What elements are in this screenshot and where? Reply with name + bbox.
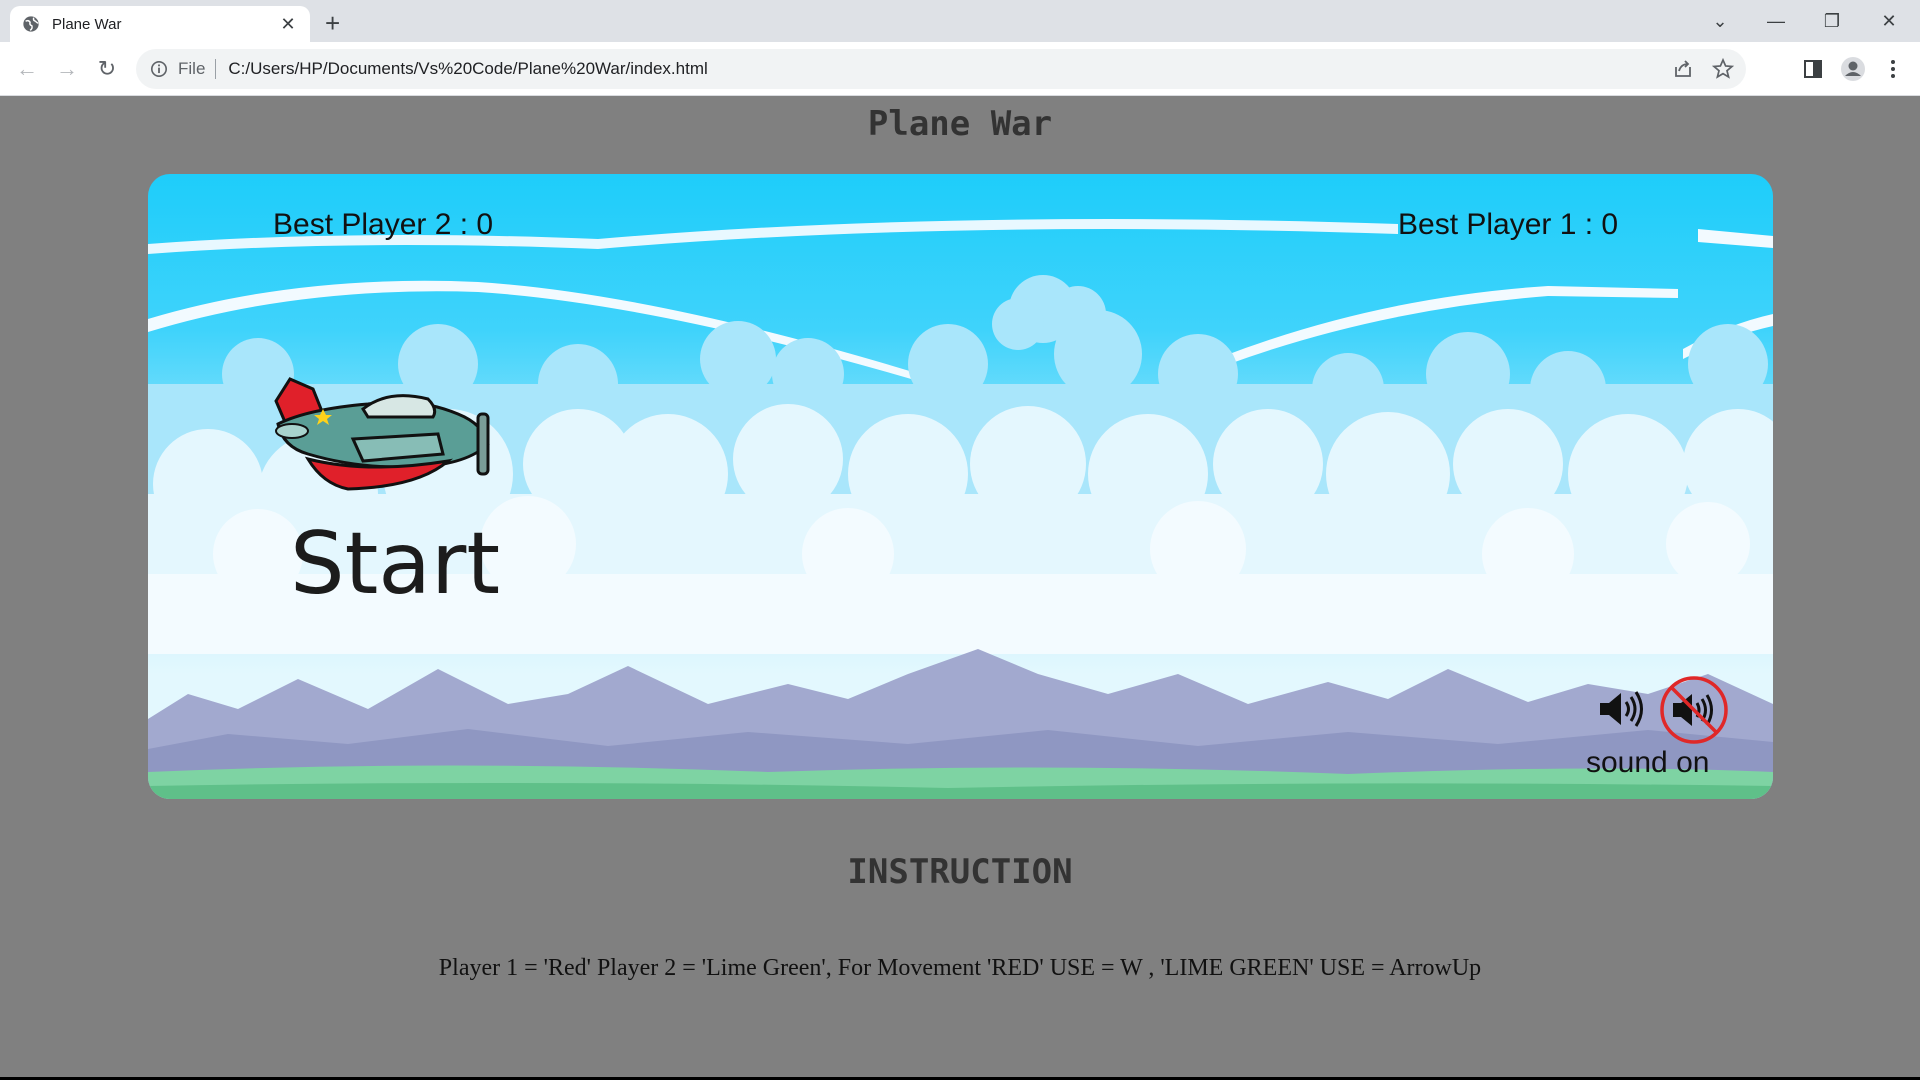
best-player-1-score: Best Player 1 : 0 bbox=[1398, 208, 1619, 241]
profile-avatar-icon[interactable] bbox=[1838, 54, 1868, 84]
sound-status-label: sound on bbox=[1586, 746, 1710, 779]
tab-title: Plane War bbox=[52, 15, 122, 33]
back-arrow-icon[interactable]: ← bbox=[10, 52, 44, 86]
star-icon[interactable] bbox=[1712, 58, 1734, 80]
reload-icon[interactable]: ↻ bbox=[90, 52, 124, 86]
globe-icon bbox=[23, 16, 39, 32]
start-button[interactable]: Start bbox=[290, 514, 500, 614]
kebab-menu-icon[interactable] bbox=[1878, 54, 1908, 84]
speaker-on-icon[interactable] bbox=[1594, 684, 1644, 734]
info-icon[interactable] bbox=[150, 60, 168, 78]
page-title: Plane War bbox=[867, 104, 1053, 144]
address-bar[interactable]: File C:/Users/HP/Documents/Vs%20Code/Pla… bbox=[136, 49, 1746, 89]
instruction-heading: INSTRUCTION bbox=[847, 852, 1073, 892]
address-bar-actions bbox=[1672, 49, 1734, 89]
best-player-2-score: Best Player 2 : 0 bbox=[273, 208, 494, 241]
share-icon[interactable] bbox=[1672, 58, 1694, 80]
game-canvas[interactable]: Best Player 2 : 0 Best Player 1 : 0 Star… bbox=[148, 174, 1773, 799]
forward-arrow-icon[interactable]: → bbox=[50, 52, 84, 86]
browser-tab[interactable]: Plane War ✕ bbox=[10, 6, 310, 42]
speaker-muted-icon[interactable] bbox=[1659, 675, 1729, 745]
url-text[interactable]: C:/Users/HP/Documents/Vs%20Code/Plane%20… bbox=[228, 59, 707, 79]
chevron-down-icon[interactable]: ⌄ bbox=[1697, 6, 1743, 36]
browser-toolbar: ← → ↻ File C:/Users/HP/Documents/Vs%20Co… bbox=[0, 42, 1920, 96]
side-panel-icon[interactable] bbox=[1798, 54, 1828, 84]
minimize-icon[interactable]: — bbox=[1753, 6, 1799, 36]
player-plane bbox=[274, 377, 490, 491]
tab-strip: Plane War ✕ + ⌄ — ❐ ✕ bbox=[0, 0, 1920, 42]
scheme-label: File bbox=[178, 59, 217, 79]
instruction-text: Player 1 = 'Red' Player 2 = 'Lime Green'… bbox=[438, 955, 1482, 981]
restore-icon[interactable]: ❐ bbox=[1809, 6, 1855, 36]
new-tab-button[interactable]: + bbox=[325, 8, 340, 39]
close-window-icon[interactable]: ✕ bbox=[1866, 6, 1912, 36]
close-tab-icon[interactable]: ✕ bbox=[278, 14, 298, 35]
